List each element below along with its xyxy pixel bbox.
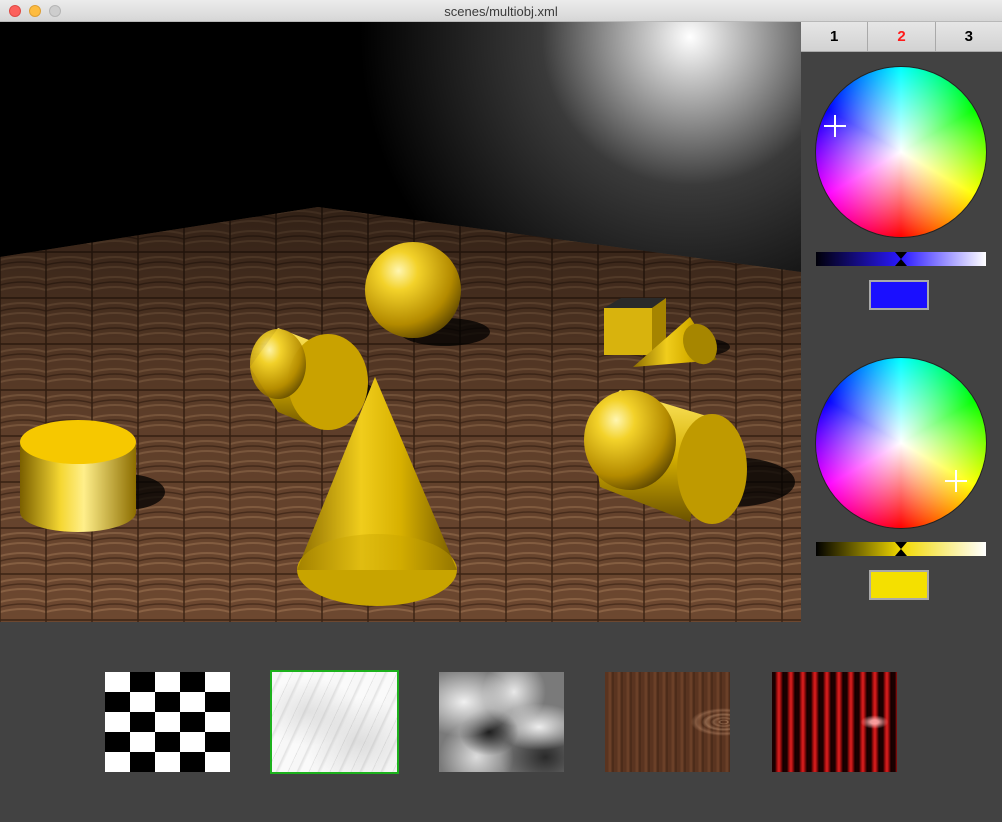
color-panel: 1 2 3 [801,22,1002,622]
tab-2[interactable]: 2 [868,22,936,52]
scene-sphere [365,242,461,338]
scene-render [0,22,801,622]
window-title: scenes/multiobj.xml [444,4,558,19]
color-swatch-2[interactable] [869,570,929,600]
tab-3[interactable]: 3 [935,22,1002,52]
color-swatch-1[interactable] [869,280,929,310]
light-tabs: 1 2 3 [801,22,1002,52]
brightness-slider-2[interactable] [816,542,986,556]
texture-checkerboard[interactable] [105,672,230,772]
texture-bar [0,622,1002,822]
render-viewport[interactable] [0,22,801,622]
texture-clouds[interactable] [439,672,564,772]
brightness-slider-1[interactable] [816,252,986,266]
crosshair-icon [945,470,967,492]
texture-wood[interactable] [605,672,730,772]
title-bar: scenes/multiobj.xml [0,0,1002,22]
tab-1[interactable]: 1 [801,22,869,52]
scene-cylinder-left [20,420,136,532]
crosshair-icon [824,115,846,137]
texture-rings[interactable] [772,672,897,772]
color-wheel-2[interactable] [816,358,986,528]
texture-marble[interactable] [270,670,399,774]
color-wheel-1[interactable] [816,67,986,237]
